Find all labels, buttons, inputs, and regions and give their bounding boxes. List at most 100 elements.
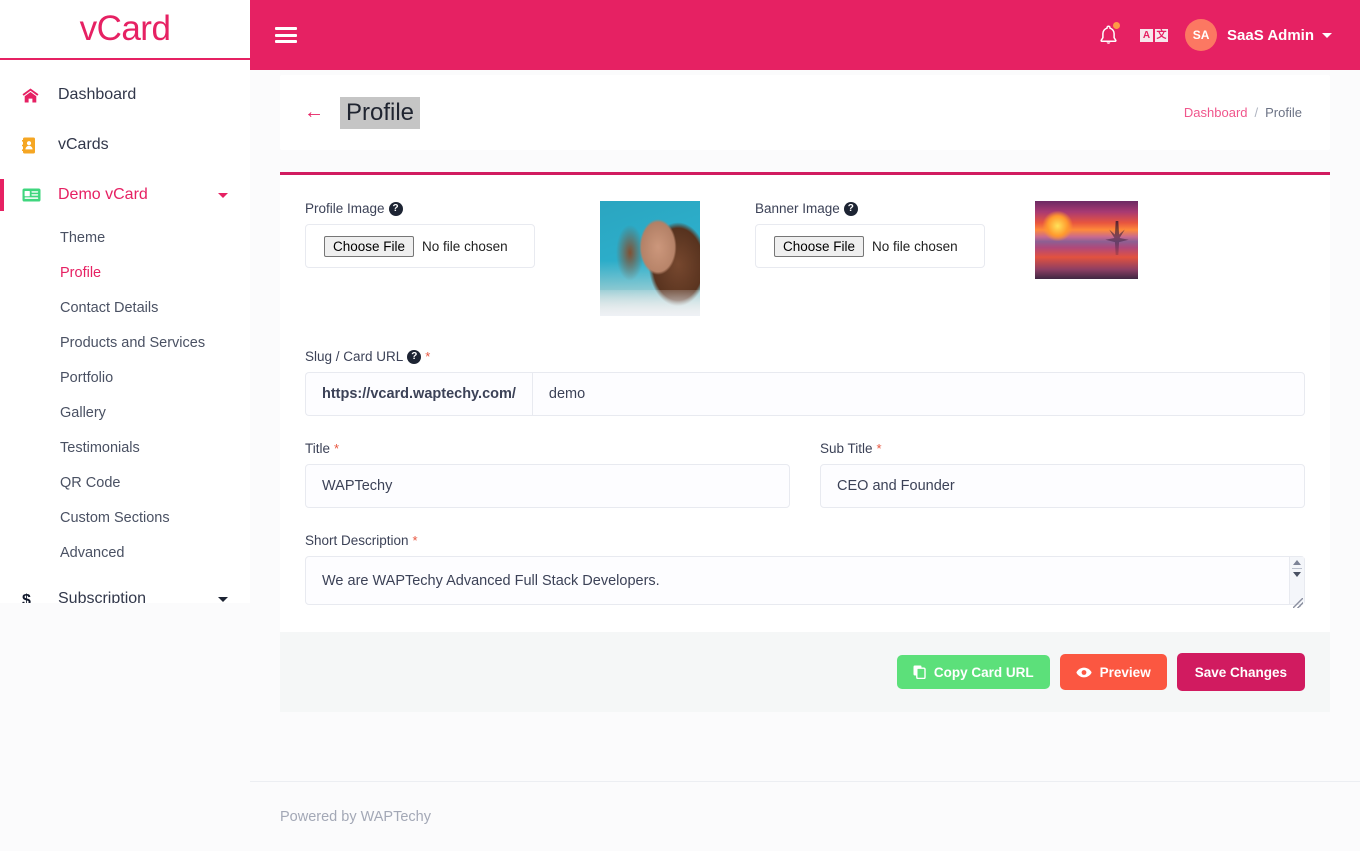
sidebar-subitem-gallery[interactable]: Gallery: [0, 395, 250, 430]
slug-input[interactable]: [532, 372, 1305, 416]
sidebar-subitem-custom-sections[interactable]: Custom Sections: [0, 500, 250, 535]
user-menu-label: SaaS Admin: [1227, 27, 1314, 44]
sidebar-item-demo-vcard[interactable]: Demo vCard: [0, 170, 250, 220]
profile-image-field: Profile Image ? Choose File No file chos…: [305, 201, 555, 316]
breadcrumb-separator: /: [1255, 105, 1259, 120]
short-description-label-text: Short Description: [305, 533, 409, 548]
main-content: ← Profile Dashboard / Profile Profile Im…: [250, 70, 1360, 781]
sub-title-input[interactable]: [820, 464, 1305, 508]
slug-field: Slug / Card URL ? * https://vcard.waptec…: [305, 349, 1305, 416]
slug-input-group: https://vcard.waptechy.com/: [305, 372, 1305, 416]
hamburger-bar: [275, 34, 297, 37]
sidebar-nav: Dashboard vCards: [0, 60, 250, 603]
banner-image-field: Banner Image ? Choose File No file chose…: [755, 201, 1005, 316]
sidebar-subitem-advanced[interactable]: Advanced: [0, 535, 250, 570]
textarea-resize-grip[interactable]: [1293, 598, 1303, 608]
sidebar-subitem-label: Custom Sections: [60, 510, 170, 526]
dollar-icon: $: [22, 591, 48, 604]
breadcrumb-dashboard[interactable]: Dashboard: [1184, 105, 1248, 120]
sidebar-subitem-profile[interactable]: Profile: [0, 255, 250, 290]
banner-image-file-input[interactable]: Choose File No file chosen: [755, 224, 985, 268]
footer-text: Powered by WAPTechy: [280, 809, 431, 825]
title-input[interactable]: [305, 464, 790, 508]
svg-text:$: $: [22, 592, 31, 604]
banner-image-preview: [1035, 201, 1138, 279]
copy-icon: [913, 665, 926, 679]
avatar[interactable]: SA: [1185, 19, 1217, 51]
short-description-label: Short Description *: [305, 533, 1305, 548]
profile-form-card: Profile Image ? Choose File No file chos…: [280, 172, 1330, 712]
sidebar-subitem-theme[interactable]: Theme: [0, 220, 250, 255]
chevron-down-icon[interactable]: [218, 597, 228, 602]
sidebar-subitem-products-and-services[interactable]: Products and Services: [0, 325, 250, 360]
page-title: Profile: [340, 97, 420, 129]
images-row: Profile Image ? Choose File No file chos…: [305, 201, 1305, 316]
sidebar-subitem-label: QR Code: [60, 475, 120, 491]
sidebar-subitem-contact-details[interactable]: Contact Details: [0, 290, 250, 325]
choose-file-button[interactable]: Choose File: [324, 236, 414, 257]
profile-image-label: Profile Image ?: [305, 201, 555, 216]
profile-image-file-input[interactable]: Choose File No file chosen: [305, 224, 535, 268]
profile-image-label-text: Profile Image: [305, 201, 385, 216]
short-description-field: Short Description *: [305, 533, 1305, 610]
save-changes-button[interactable]: Save Changes: [1177, 653, 1305, 691]
translate-cjk-glyph: 文: [1155, 29, 1168, 42]
title-row: Title * Sub Title *: [305, 441, 1305, 508]
sidebar: vCard Dashboard: [0, 0, 250, 603]
title-label: Title *: [305, 441, 790, 456]
choose-file-button[interactable]: Choose File: [774, 236, 864, 257]
brand-logo[interactable]: vCard: [0, 0, 250, 60]
sidebar-subitem-portfolio[interactable]: Portfolio: [0, 360, 250, 395]
sidebar-subitem-qr-code[interactable]: QR Code: [0, 465, 250, 500]
slug-label: Slug / Card URL ? *: [305, 349, 1305, 364]
user-menu[interactable]: SaaS Admin: [1227, 27, 1332, 44]
scroll-up-arrow-icon[interactable]: [1293, 560, 1301, 565]
short-description-wrapper: [305, 556, 1305, 610]
scroll-down-arrow-icon[interactable]: [1293, 572, 1301, 577]
language-button[interactable]: A 文: [1131, 15, 1177, 55]
sub-title-label: Sub Title *: [820, 441, 1305, 456]
sidebar-subitem-testimonials[interactable]: Testimonials: [0, 430, 250, 465]
short-description-textarea[interactable]: [305, 556, 1305, 605]
file-status-text: No file chosen: [872, 239, 958, 254]
textarea-scrollbar[interactable]: [1289, 557, 1304, 604]
help-icon[interactable]: ?: [844, 202, 858, 216]
sidebar-subnav: Theme Profile Contact Details Products a…: [0, 220, 250, 574]
copy-card-url-button[interactable]: Copy Card URL: [897, 655, 1050, 689]
chevron-down-icon: [1322, 33, 1332, 38]
translate-icon: A 文: [1140, 29, 1168, 42]
preview-button[interactable]: Preview: [1060, 654, 1167, 690]
sidebar-item-vcards[interactable]: vCards: [0, 120, 250, 170]
title-field: Title *: [305, 441, 790, 508]
sidebar-subitem-label: Testimonials: [60, 440, 140, 456]
sidebar-bottom-space: [0, 603, 250, 851]
translate-latin-glyph: A: [1140, 29, 1153, 42]
sidebar-item-subscription[interactable]: $ Subscription: [0, 574, 250, 603]
file-status-text: No file chosen: [422, 239, 508, 254]
home-icon: [22, 88, 48, 103]
hamburger-icon[interactable]: [275, 24, 297, 47]
page-header: ← Profile Dashboard / Profile: [280, 75, 1330, 150]
brand-name: vCard: [80, 9, 171, 49]
notifications-button[interactable]: [1085, 15, 1131, 55]
copy-card-url-label: Copy Card URL: [934, 665, 1034, 680]
required-marker: *: [425, 349, 430, 364]
banner-image-label-text: Banner Image: [755, 201, 840, 216]
slug-label-text: Slug / Card URL: [305, 349, 403, 364]
sidebar-subitem-label: Advanced: [60, 545, 125, 561]
form-actions: Copy Card URL Preview Save Changes: [280, 632, 1330, 712]
help-icon[interactable]: ?: [407, 350, 421, 364]
topbar: A 文 SA SaaS Admin: [250, 0, 1360, 70]
preview-label: Preview: [1100, 665, 1151, 680]
required-marker: *: [413, 533, 418, 548]
chevron-down-icon[interactable]: [218, 193, 228, 198]
banner-image-label: Banner Image ?: [755, 201, 1005, 216]
sidebar-subitem-label: Products and Services: [60, 335, 205, 351]
sidebar-item-dashboard[interactable]: Dashboard: [0, 70, 250, 120]
eye-icon: [1076, 667, 1092, 678]
required-marker: *: [877, 441, 882, 456]
save-changes-label: Save Changes: [1195, 665, 1287, 680]
back-arrow-icon[interactable]: ←: [304, 102, 324, 122]
sidebar-subitem-label: Theme: [60, 230, 105, 246]
help-icon[interactable]: ?: [389, 202, 403, 216]
